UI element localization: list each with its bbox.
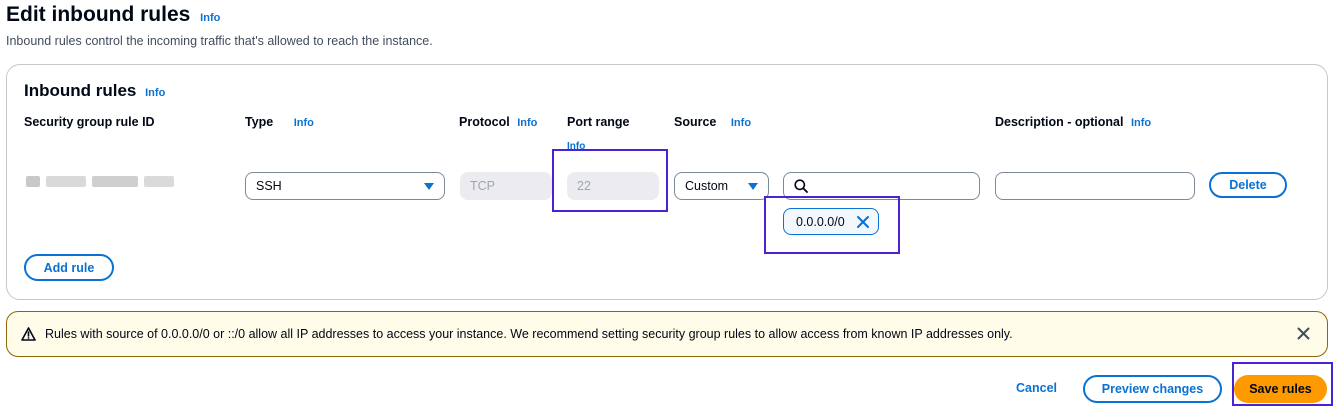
panel-title-text: Inbound rules	[24, 81, 137, 100]
header-description-label: Description - optional	[995, 115, 1124, 129]
header-type-label: Type	[245, 115, 274, 129]
search-icon	[794, 179, 808, 193]
header-protocol: Protocol Info	[459, 115, 537, 129]
source-type-select[interactable]: Custom	[674, 172, 769, 200]
header-type: Type Info	[245, 115, 314, 129]
warning-alert: Rules with source of 0.0.0.0/0 or ::/0 a…	[6, 311, 1328, 357]
header-protocol-label: Protocol	[459, 115, 510, 129]
delete-rule-button[interactable]: Delete	[1209, 172, 1287, 198]
cancel-button[interactable]: Cancel	[1016, 381, 1057, 395]
add-rule-button[interactable]: Add rule	[24, 254, 114, 281]
warning-alert-message: Rules with source of 0.0.0.0/0 or ::/0 a…	[45, 327, 1013, 341]
source-info-link[interactable]: Info	[731, 117, 751, 129]
header-source-label: Source	[674, 115, 717, 129]
port-range-highlight	[552, 149, 668, 212]
header-port-range: Port range	[567, 115, 630, 129]
save-rules-highlight	[1232, 362, 1333, 406]
close-icon[interactable]	[1297, 327, 1310, 340]
rule-id-redacted	[24, 176, 174, 187]
type-select-value: SSH	[256, 179, 282, 193]
preview-changes-button[interactable]: Preview changes	[1083, 375, 1222, 403]
protocol-info-link[interactable]: Info	[517, 117, 537, 129]
type-info-link[interactable]: Info	[294, 117, 314, 129]
description-input[interactable]	[995, 172, 1195, 200]
description-info-link[interactable]: Info	[1131, 117, 1151, 129]
header-source: Source Info	[674, 115, 751, 129]
page-info-link[interactable]: Info	[200, 12, 220, 24]
caret-down-icon	[748, 182, 758, 190]
header-rule-id: Security group rule ID	[24, 115, 155, 129]
source-token-highlight	[764, 196, 900, 254]
protocol-field: TCP	[460, 172, 552, 200]
source-type-value: Custom	[685, 179, 729, 193]
header-description: Description - optional Info	[995, 115, 1151, 129]
type-select[interactable]: SSH	[245, 172, 445, 200]
page-title-text: Edit inbound rules	[6, 3, 191, 26]
panel-title: Inbound rules Info	[24, 81, 165, 101]
page-title: Edit inbound rules Info	[6, 3, 220, 27]
warning-icon	[21, 327, 36, 341]
panel-info-link[interactable]: Info	[145, 87, 165, 99]
page-description: Inbound rules control the incoming traff…	[6, 34, 433, 48]
protocol-value: TCP	[470, 179, 495, 193]
caret-down-icon	[424, 182, 434, 190]
